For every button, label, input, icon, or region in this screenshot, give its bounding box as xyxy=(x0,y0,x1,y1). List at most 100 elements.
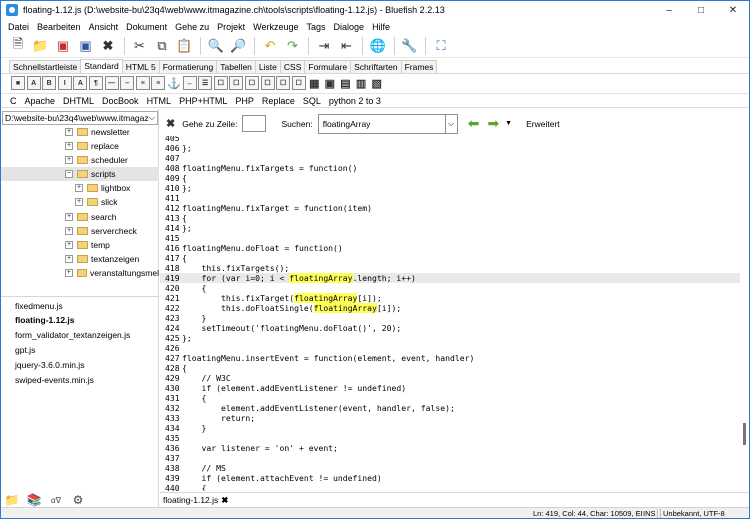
search-input[interactable]: floatingArray ⌵ xyxy=(317,113,458,134)
settings-icon[interactable]: 🔧 xyxy=(399,35,421,57)
menu-bearbeiten[interactable]: Bearbeiten xyxy=(33,22,85,32)
tree-item-scheduler[interactable]: + scheduler xyxy=(65,153,159,167)
code-line[interactable]: 413{ xyxy=(160,213,187,223)
code-line[interactable]: 439 if (element.attachEvent != undefined… xyxy=(160,473,382,483)
menu-gehe-zu[interactable]: Gehe zu xyxy=(171,22,213,32)
code-line[interactable]: 408 floatingMenu.fixTargets = function() xyxy=(160,163,357,173)
find-next-icon[interactable]: ➡ xyxy=(487,115,499,132)
menu-projekt[interactable]: Projekt xyxy=(213,22,249,32)
code-line[interactable]: 430 if (element.addEventListener != unde… xyxy=(160,383,406,393)
tab-schriftarten[interactable]: Schriftarten xyxy=(350,60,402,73)
minimize-button[interactable]: – xyxy=(653,1,685,19)
code-line[interactable]: 433 return; xyxy=(160,413,255,423)
close-icon[interactable]: ✖ xyxy=(97,35,119,57)
expand-icon[interactable]: + xyxy=(65,156,73,164)
tree-item-veranstaltungsmel[interactable]: + veranstaltungsmel xyxy=(65,266,159,280)
code-line[interactable]: 410}; xyxy=(160,183,192,193)
code-line[interactable]: 415 xyxy=(160,233,182,243)
tree-item-textanzeigen[interactable]: + textanzeigen xyxy=(65,252,159,266)
expand-icon[interactable]: + xyxy=(65,269,73,277)
menu-dialoge[interactable]: Dialoge xyxy=(330,22,369,32)
code-line[interactable]: 421 this.fixTarget(floatingArray[i]); xyxy=(160,293,382,303)
code-line[interactable]: 422 this.doFloatSingle(floatingArray[i])… xyxy=(160,303,401,313)
preview-icon[interactable]: 🌐 xyxy=(367,35,389,57)
thumbnail-icon[interactable]: ☐ xyxy=(291,76,306,90)
nbsp-icon[interactable]: – xyxy=(120,76,135,90)
anchor-tag-icon[interactable]: A xyxy=(26,76,41,90)
expand-icon[interactable]: + xyxy=(75,184,83,192)
close-tab-icon[interactable]: ✖ xyxy=(221,495,228,506)
collapse-icon[interactable]: − xyxy=(65,170,73,178)
menu-ansicht[interactable]: Ansicht xyxy=(85,22,123,32)
custom-menu-sql[interactable]: SQL xyxy=(299,96,325,106)
code-line[interactable]: 424 setTimeout('floatingMenu.doFloat()',… xyxy=(160,323,401,333)
tab-standard[interactable]: Standard xyxy=(80,59,123,73)
custom-menu-html[interactable]: HTML xyxy=(143,96,176,106)
tab-liste[interactable]: Liste xyxy=(254,60,281,73)
custom-menu-php[interactable]: PHP xyxy=(231,96,258,106)
code-line[interactable]: 423 } xyxy=(160,313,206,323)
search-history-dropdown-icon[interactable]: ⌵ xyxy=(444,114,457,133)
code-line[interactable]: 414}; xyxy=(160,223,192,233)
menu-datei[interactable]: Datei xyxy=(4,22,33,32)
code-line[interactable]: 434 } xyxy=(160,423,206,433)
paste-icon[interactable]: 📋 xyxy=(174,35,196,57)
indent-icon[interactable]: ⇥ xyxy=(313,35,335,57)
code-line[interactable]: 427 floatingMenu.insertEvent = function(e… xyxy=(160,353,474,363)
undo-icon[interactable]: ↶ xyxy=(259,35,281,57)
tab-html5[interactable]: HTML 5 xyxy=(121,60,160,73)
menu-werkzeuge[interactable]: Werkzeuge xyxy=(249,22,302,32)
paragraph-icon[interactable]: ¶ xyxy=(88,76,103,90)
code-line[interactable]: 405 xyxy=(160,136,182,143)
code-line[interactable]: 409{ xyxy=(160,173,187,183)
code-line[interactable]: 417{ xyxy=(160,253,187,263)
code-line[interactable]: 432 element.addEventListener(event, hand… xyxy=(160,403,455,413)
tab-formatierung[interactable]: Formatierung xyxy=(158,60,218,73)
code-line[interactable]: 418 this.fixTargets(); xyxy=(160,263,289,273)
headings-icon[interactable]: ☐ xyxy=(213,76,228,90)
css-icon[interactable]: ▦ xyxy=(307,76,321,90)
goto-line-input[interactable] xyxy=(241,115,266,132)
file-item[interactable]: fixedmenu.js xyxy=(15,301,63,314)
new-file-icon[interactable]: 🗎 xyxy=(7,35,29,57)
email-icon[interactable]: ☐ xyxy=(260,76,275,90)
list-icon[interactable]: ☐ xyxy=(229,76,244,90)
font-icon[interactable]: A xyxy=(73,76,88,90)
custom-menu-c[interactable]: C xyxy=(6,96,21,106)
file-item-active[interactable]: floating-1.12.js xyxy=(15,315,75,328)
open-folder-icon[interactable]: 📁 xyxy=(30,35,52,57)
menu-hilfe[interactable]: Hilfe xyxy=(368,22,394,32)
advanced-search-button[interactable]: Erweitert xyxy=(526,119,560,129)
quickstart-icon[interactable]: ■ xyxy=(11,76,25,90)
file-item[interactable]: swiped-events.min.js xyxy=(15,375,94,388)
code-line[interactable]: 425}; xyxy=(160,333,192,343)
div-icon[interactable]: ▣ xyxy=(323,76,337,90)
expand-icon[interactable]: + xyxy=(65,241,73,249)
tree-item-temp[interactable]: + temp xyxy=(65,238,159,252)
unindent-icon[interactable]: ⇤ xyxy=(336,35,358,57)
code-line[interactable]: 419 for (var i=0; i < floatingArray.leng… xyxy=(160,273,740,283)
script-icon[interactable]: ▥ xyxy=(354,76,368,90)
tab-formulare[interactable]: Formulare xyxy=(304,60,352,73)
file-item[interactable]: jquery-3.6.0.min.js xyxy=(15,360,84,373)
redo-icon[interactable]: ↷ xyxy=(282,35,304,57)
search-options-dropdown-icon[interactable]: ▼ xyxy=(505,120,512,127)
cut-icon[interactable]: ✂ xyxy=(129,35,151,57)
custom-menu-docbook[interactable]: DocBook xyxy=(98,96,143,106)
custom-menu-dhtml[interactable]: DHTML xyxy=(59,96,98,106)
code-line[interactable]: 428{ xyxy=(160,363,187,373)
copy-icon[interactable]: ⧉ xyxy=(151,35,173,57)
find-icon[interactable]: 🔍 xyxy=(205,35,227,57)
code-line[interactable]: 407 xyxy=(160,153,182,163)
path-combo[interactable]: D:\website-bu\23q4\web\www.itmagaz ⌵ xyxy=(2,111,158,125)
code-line[interactable]: 411 xyxy=(160,193,182,203)
custom-menu-replace[interactable]: Replace xyxy=(258,96,299,106)
expand-icon[interactable]: + xyxy=(65,142,73,150)
tab-css[interactable]: CSS xyxy=(279,60,306,73)
tree-item-scripts[interactable]: − scripts xyxy=(1,167,159,181)
close-window-button[interactable]: ✕ xyxy=(717,1,749,19)
file-item[interactable]: form_validator_textanzeigen.js xyxy=(15,330,130,343)
file-item[interactable]: gpt.js xyxy=(15,345,35,358)
code-line[interactable]: 440 { xyxy=(160,483,206,491)
code-line[interactable]: 426 xyxy=(160,343,182,353)
